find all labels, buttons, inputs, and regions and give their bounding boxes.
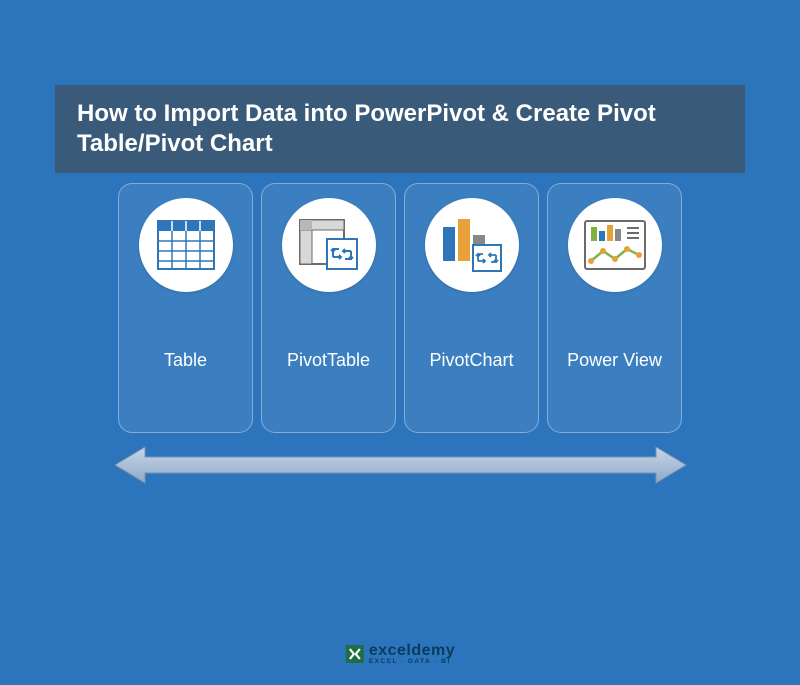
card-label: Table [158, 350, 213, 372]
page-title: How to Import Data into PowerPivot & Cre… [55, 85, 745, 173]
card-row: Table PivotTable [0, 183, 800, 433]
pivottable-icon [282, 198, 376, 292]
card-table: Table [118, 183, 253, 433]
table-icon [139, 198, 233, 292]
card-label: PivotChart [423, 350, 519, 372]
brand-logo: exceldemy EXCEL · DATA · BI [345, 643, 455, 666]
spectrum-arrow [0, 445, 800, 485]
logo-main-text: exceldemy [369, 643, 455, 659]
card-pivottable: PivotTable [261, 183, 396, 433]
card-pivotchart: PivotChart [404, 183, 539, 433]
logo-icon [345, 644, 365, 664]
powerview-icon [568, 198, 662, 292]
card-powerview: Power View [547, 183, 682, 433]
card-label: Power View [561, 350, 668, 372]
pivotchart-icon [425, 198, 519, 292]
card-label: PivotTable [281, 350, 376, 372]
logo-sub-text: EXCEL · DATA · BI [369, 659, 455, 666]
